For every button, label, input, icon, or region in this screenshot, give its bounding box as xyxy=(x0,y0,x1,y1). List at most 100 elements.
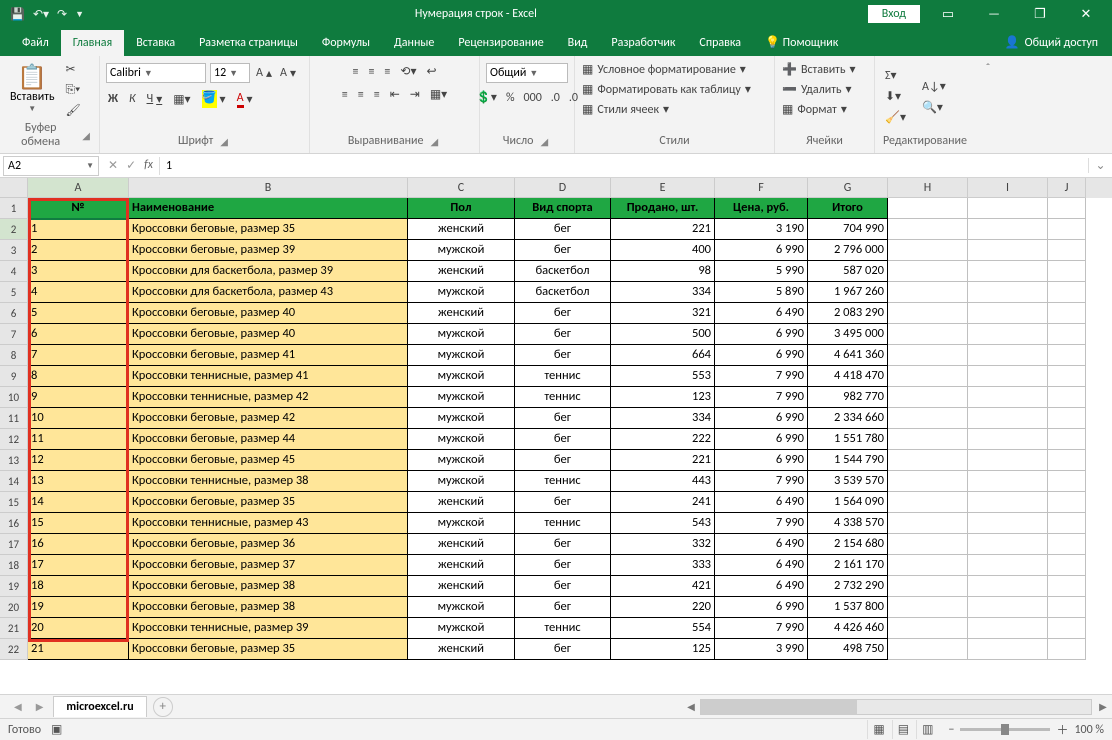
cell[interactable]: Кроссовки беговые, размер 44 xyxy=(129,429,408,450)
cell[interactable]: баскетбол xyxy=(515,261,611,282)
row-header[interactable]: 15 xyxy=(0,492,28,513)
cell[interactable]: 1 544 790 xyxy=(808,450,888,471)
format-cells-button[interactable]: ▦ Формат ▾ xyxy=(781,101,848,118)
font-name-combo[interactable]: Calibri▼ xyxy=(106,63,206,83)
col-header-F[interactable]: F xyxy=(715,178,808,198)
cell[interactable]: 4 xyxy=(28,282,129,303)
scroll-left-icon[interactable]: ◀ xyxy=(682,700,700,713)
cell[interactable]: мужской xyxy=(408,345,515,366)
cell-styles-button[interactable]: ▦ Стили ячеек▾ xyxy=(581,101,670,118)
cell[interactable]: 704 990 xyxy=(808,219,888,240)
cell[interactable]: бег xyxy=(515,219,611,240)
cell[interactable]: бег xyxy=(515,303,611,324)
row-header[interactable]: 19 xyxy=(0,576,28,597)
cell[interactable]: бег xyxy=(515,240,611,261)
italic-button[interactable]: К xyxy=(127,91,138,107)
macro-record-icon[interactable]: ▣ xyxy=(51,722,62,737)
row-header[interactable]: 6 xyxy=(0,303,28,324)
row-header[interactable]: 3 xyxy=(0,240,28,261)
name-box[interactable]: A2▼ xyxy=(3,156,99,176)
currency-icon[interactable]: 💲▾ xyxy=(474,89,499,106)
cell[interactable]: 3 990 xyxy=(715,639,808,660)
clear-icon[interactable]: 🧹▾ xyxy=(883,109,908,126)
new-sheet-button[interactable]: + xyxy=(153,697,173,717)
cell[interactable]: 7 990 xyxy=(715,471,808,492)
cell[interactable]: 1 551 780 xyxy=(808,429,888,450)
cell[interactable]: 4 641 360 xyxy=(808,345,888,366)
percent-icon[interactable]: % xyxy=(504,89,517,106)
cell[interactable]: Кроссовки теннисные, размер 39 xyxy=(129,618,408,639)
cell[interactable]: теннис xyxy=(515,471,611,492)
cell[interactable]: 6 490 xyxy=(715,534,808,555)
cell[interactable]: мужской xyxy=(408,597,515,618)
cell[interactable]: теннис xyxy=(515,366,611,387)
cell[interactable]: 6 990 xyxy=(715,429,808,450)
row-header[interactable]: 4 xyxy=(0,261,28,282)
row-header[interactable]: 11 xyxy=(0,408,28,429)
cell[interactable]: Кроссовки беговые, размер 38 xyxy=(129,576,408,597)
cell[interactable]: 6 490 xyxy=(715,492,808,513)
table-header[interactable]: № xyxy=(28,198,129,219)
wrap-text-icon[interactable]: ↩ xyxy=(424,63,438,80)
cell[interactable]: мужской xyxy=(408,387,515,408)
cell[interactable]: мужской xyxy=(408,618,515,639)
cell[interactable]: бег xyxy=(515,555,611,576)
table-header[interactable]: Продано, шт. xyxy=(611,198,715,219)
table-header[interactable]: Пол xyxy=(408,198,515,219)
row-header[interactable]: 16 xyxy=(0,513,28,534)
cell[interactable]: 2 732 290 xyxy=(808,576,888,597)
tell-me[interactable]: 💡 Помощник xyxy=(753,29,850,56)
shrink-font-icon[interactable]: A▾ xyxy=(278,65,298,82)
cell[interactable]: женский xyxy=(408,639,515,660)
cell[interactable]: 4 426 460 xyxy=(808,618,888,639)
cell[interactable]: Кроссовки для баскетбола, размер 43 xyxy=(129,282,408,303)
scroll-right-icon[interactable]: ▶ xyxy=(1094,700,1112,713)
dialog-launcher-icon[interactable]: ◢ xyxy=(427,135,441,148)
cell[interactable]: 11 xyxy=(28,429,129,450)
cell[interactable]: женский xyxy=(408,219,515,240)
autosum-icon[interactable]: Σ▾ xyxy=(883,67,908,84)
cell[interactable]: 3 495 000 xyxy=(808,324,888,345)
underline-button[interactable]: Ч▾ xyxy=(145,91,165,108)
increase-indent-icon[interactable]: ⇥ xyxy=(408,86,422,103)
formula-bar[interactable]: 1 xyxy=(159,157,1088,175)
cell[interactable]: бег xyxy=(515,534,611,555)
cell[interactable]: Кроссовки беговые, размер 40 xyxy=(129,303,408,324)
cell[interactable]: 4 418 470 xyxy=(808,366,888,387)
cell[interactable]: 14 xyxy=(28,492,129,513)
bold-button[interactable]: Ж xyxy=(106,91,120,107)
cell[interactable]: баскетбол xyxy=(515,282,611,303)
align-center-icon[interactable]: ≡ xyxy=(356,86,366,103)
table-header[interactable]: Цена, руб. xyxy=(715,198,808,219)
cell[interactable]: 6 490 xyxy=(715,576,808,597)
cell[interactable]: женский xyxy=(408,303,515,324)
decrease-indent-icon[interactable]: ⇤ xyxy=(388,86,402,103)
row-header[interactable]: 20 xyxy=(0,597,28,618)
col-header-B[interactable]: B xyxy=(129,178,408,198)
cell[interactable]: 5 990 xyxy=(715,261,808,282)
cell[interactable]: Кроссовки теннисные, размер 38 xyxy=(129,471,408,492)
cell[interactable]: 222 xyxy=(611,429,715,450)
borders-button[interactable]: ▦▾ xyxy=(171,91,192,108)
align-middle-icon[interactable]: ≡ xyxy=(366,63,376,80)
page-break-view-icon[interactable]: ▥ xyxy=(916,720,938,739)
dialog-launcher-icon[interactable]: ◢ xyxy=(79,129,93,142)
cell[interactable]: мужской xyxy=(408,408,515,429)
cell[interactable]: 6 xyxy=(28,324,129,345)
cell[interactable]: Кроссовки беговые, размер 35 xyxy=(129,219,408,240)
row-header[interactable]: 12 xyxy=(0,429,28,450)
close-icon[interactable]: ✕ xyxy=(1068,7,1104,22)
sort-filter-icon[interactable]: A↓▾ xyxy=(920,78,948,95)
row-header[interactable]: 13 xyxy=(0,450,28,471)
cell[interactable]: 421 xyxy=(611,576,715,597)
cell[interactable]: 4 338 570 xyxy=(808,513,888,534)
cell[interactable]: теннис xyxy=(515,618,611,639)
cell[interactable]: 982 770 xyxy=(808,387,888,408)
cell[interactable]: 15 xyxy=(28,513,129,534)
cell[interactable]: бег xyxy=(515,597,611,618)
row-header[interactable]: 18 xyxy=(0,555,28,576)
cell[interactable]: Кроссовки беговые, размер 41 xyxy=(129,345,408,366)
cell[interactable]: 2 xyxy=(28,240,129,261)
cell[interactable]: бег xyxy=(515,324,611,345)
row-header[interactable]: 2 xyxy=(0,219,28,240)
